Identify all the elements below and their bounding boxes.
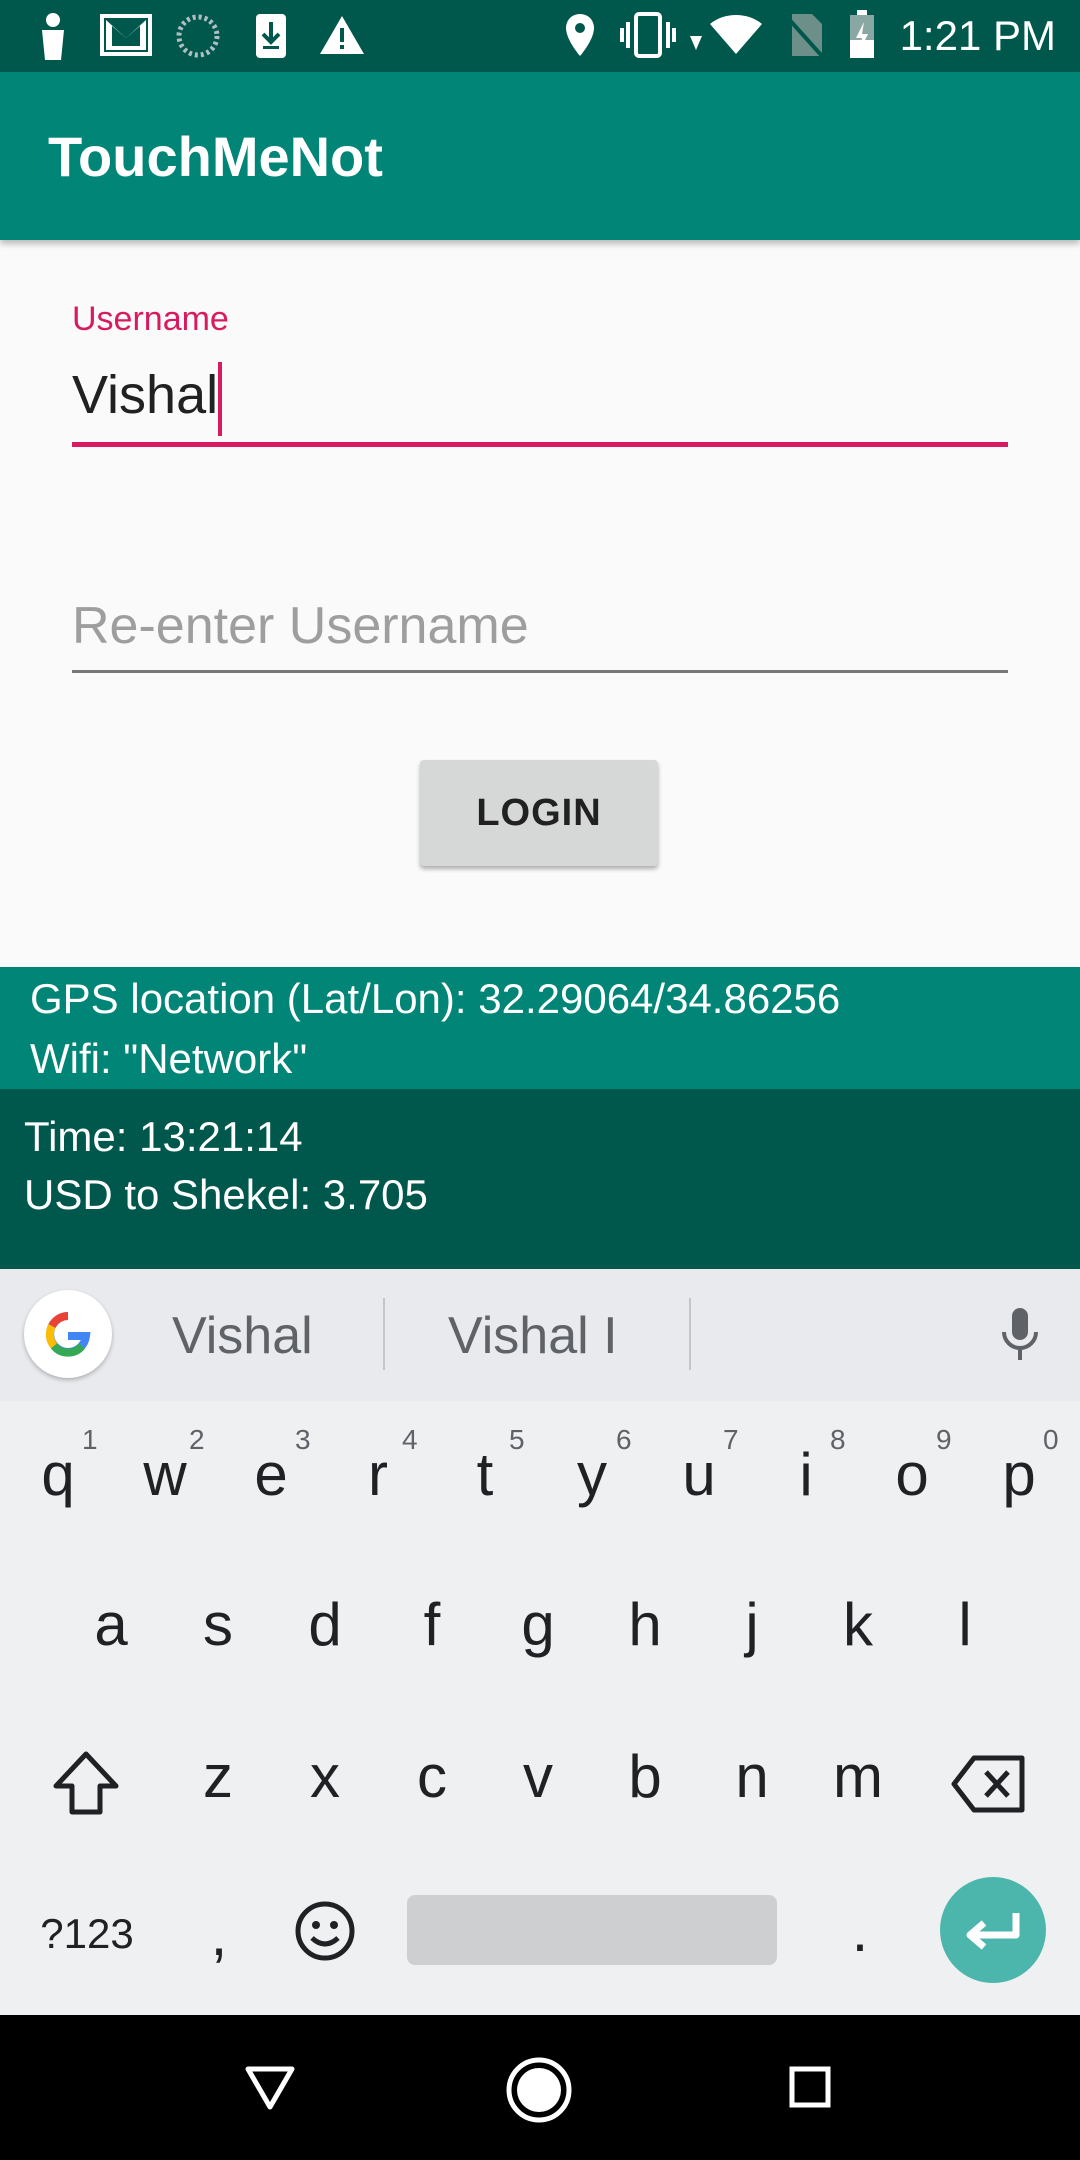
person-icon [42, 13, 64, 60]
key-hint-number: 8 [830, 1424, 846, 1455]
space-key[interactable] [407, 1895, 777, 1965]
recents-icon[interactable] [788, 2065, 832, 2109]
emoji-icon[interactable] [294, 1900, 356, 1962]
key-v[interactable]: v [493, 1742, 583, 1811]
key-hint-number: 0 [1043, 1424, 1059, 1455]
key-c[interactable]: c [387, 1742, 477, 1811]
username-underline [72, 442, 1008, 447]
key-hint-number: 1 [82, 1424, 98, 1455]
username-input[interactable]: Vishal [72, 364, 218, 426]
key-a[interactable]: a [66, 1590, 156, 1659]
gps-wifi-panel: GPS location (Lat/Lon): 32.29064/34.8625… [0, 967, 1080, 1089]
key-hint-number: 3 [295, 1424, 311, 1455]
data-arrows-icon [690, 36, 702, 50]
key-g[interactable]: g [493, 1590, 583, 1659]
key-n[interactable]: n [707, 1742, 797, 1811]
app-bar: TouchMeNot [0, 72, 1080, 240]
app-title: TouchMeNot [48, 125, 383, 188]
key-hint-number: 7 [723, 1424, 739, 1455]
status-clock: 1:21 PM [899, 12, 1056, 59]
download-icon [256, 14, 286, 58]
login-button[interactable]: LOGIN [420, 760, 658, 866]
enter-key[interactable] [940, 1877, 1046, 1983]
key-hint-number: 9 [936, 1424, 952, 1455]
reenter-username-underline [72, 670, 1008, 673]
gps-location-text: GPS location (Lat/Lon): 32.29064/34.8625… [30, 975, 841, 1022]
navigation-bar [0, 2015, 1080, 2160]
key-z[interactable]: z [173, 1742, 263, 1811]
wifi-text: Wifi: "Network" [30, 1035, 308, 1082]
currency-text: USD to Shekel: 3.705 [24, 1171, 428, 1218]
location-icon [566, 14, 594, 56]
key-hint-number: 4 [402, 1424, 418, 1455]
key-hint-number: 2 [189, 1424, 205, 1455]
backspace-icon[interactable] [950, 1754, 1028, 1814]
gmail-icon [100, 14, 152, 56]
battery-charging-icon [850, 10, 874, 58]
time-text: Time: 13:21:14 [24, 1113, 303, 1160]
home-icon[interactable] [504, 2055, 574, 2125]
username-label: Username [72, 300, 229, 338]
suggestion-divider [383, 1298, 385, 1370]
key-f[interactable]: f [387, 1590, 477, 1659]
key-l[interactable]: l [920, 1590, 1010, 1659]
text-cursor [218, 362, 222, 436]
reenter-username-input[interactable]: Re-enter Username [72, 596, 529, 656]
google-icon[interactable] [24, 1290, 112, 1378]
key-d[interactable]: d [280, 1590, 370, 1659]
suggestion-2[interactable]: Vishal I [448, 1306, 618, 1366]
suggestion-divider [689, 1298, 691, 1370]
key-k[interactable]: k [813, 1590, 903, 1659]
key-b[interactable]: b [600, 1742, 690, 1811]
period-key[interactable]: . [815, 1896, 905, 1965]
symbols-key[interactable]: ?123 [22, 1910, 152, 1958]
enter-arrow-icon [966, 1913, 1020, 1950]
suggestion-1[interactable]: Vishal [172, 1306, 313, 1366]
no-sim-icon [784, 14, 824, 58]
wifi-icon [710, 15, 762, 54]
back-icon[interactable] [244, 2063, 296, 2111]
microphone-icon[interactable] [998, 1306, 1042, 1364]
time-currency-panel: Time: 13:21:14 USD to Shekel: 3.705 [0, 1089, 1080, 1269]
warning-icon [320, 16, 364, 54]
key-m[interactable]: m [813, 1742, 903, 1811]
key-s[interactable]: s [173, 1590, 263, 1659]
key-h[interactable]: h [600, 1590, 690, 1659]
key-x[interactable]: x [280, 1742, 370, 1811]
vibrate-icon [620, 12, 676, 58]
key-hint-number: 6 [616, 1424, 632, 1455]
key-hint-number: 5 [509, 1424, 525, 1455]
key-j[interactable]: j [707, 1590, 797, 1659]
sync-icon [176, 14, 220, 58]
comma-key[interactable]: , [174, 1900, 264, 1969]
status-bar: 1:21 PM [0, 0, 1080, 72]
shift-icon[interactable] [50, 1748, 122, 1818]
